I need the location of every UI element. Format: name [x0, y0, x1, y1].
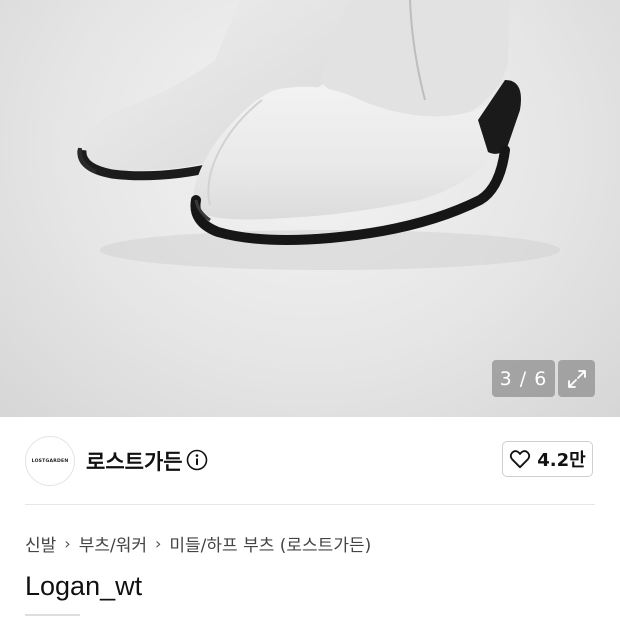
chevron-right-icon: ›: [64, 534, 71, 553]
brand-name[interactable]: 로스트가든: [86, 446, 183, 476]
section-divider: [25, 504, 595, 505]
info-icon[interactable]: [186, 449, 208, 471]
product-image-gallery[interactable]: 3 / 6: [0, 0, 620, 417]
breadcrumb: 신발 › 부츠/워커 › 미들/하프 부츠 (로스트가든): [25, 531, 371, 556]
breadcrumb-item-shoes[interactable]: 신발: [25, 531, 56, 556]
breadcrumb-item-boots[interactable]: 부츠/워커: [79, 531, 147, 556]
expand-icon: [567, 369, 586, 388]
breadcrumb-item-middle-boots[interactable]: 미들/하프 부츠 (로스트가든): [169, 531, 371, 556]
product-photo: [77, 0, 560, 270]
like-button[interactable]: 4.2만: [502, 441, 593, 477]
like-count: 4.2만: [537, 450, 586, 471]
brand-logo-text: LOSTGARDEN: [31, 458, 69, 464]
expand-button[interactable]: [558, 360, 595, 397]
title-underline: [25, 614, 80, 616]
brand-logo[interactable]: LOSTGARDEN: [25, 436, 75, 486]
image-counter: 3 / 6: [492, 360, 555, 397]
product-title: Logan_wt: [25, 571, 143, 601]
heart-outline-icon: [510, 450, 531, 469]
chevron-right-icon: ›: [154, 534, 162, 553]
